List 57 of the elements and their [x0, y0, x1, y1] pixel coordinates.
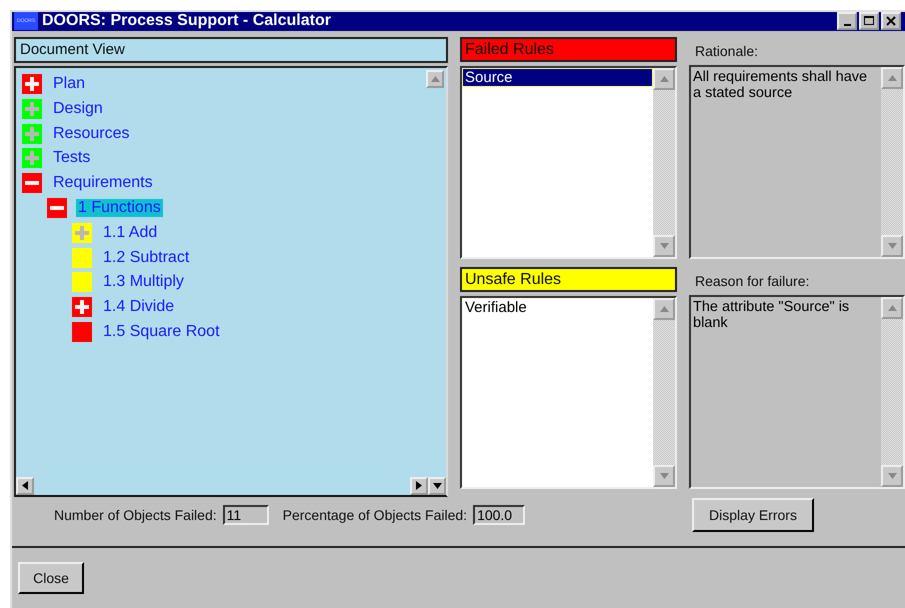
- scroll-left-button[interactable]: [16, 476, 34, 495]
- maximize-icon: [864, 16, 874, 26]
- window-title: DOORS: Process Support - Calculator: [42, 12, 332, 30]
- tree-item[interactable]: Design: [51, 100, 105, 118]
- up-arrow-icon: [888, 75, 896, 82]
- panel-header: Document View: [14, 36, 448, 63]
- right-arrow-icon: [416, 481, 422, 490]
- close-button[interactable]: Close: [18, 562, 84, 594]
- text-area[interactable]: The attribute "Source" is blank: [689, 295, 905, 489]
- tree-item[interactable]: 1 Functions: [76, 199, 163, 218]
- rules-header: Unsafe Rules: [460, 266, 677, 292]
- list-item[interactable]: Source: [463, 68, 652, 86]
- window-close-button[interactable]: [881, 12, 901, 30]
- display-errors-button[interactable]: Display Errors: [692, 498, 814, 532]
- up-arrow-icon: [430, 76, 440, 82]
- tree-item[interactable]: Requirements: [51, 174, 155, 192]
- left-arrow-icon: [22, 481, 28, 490]
- close-icon: [886, 16, 896, 26]
- stat-field: 11: [222, 505, 269, 526]
- scroll-right-button[interactable]: [410, 476, 428, 495]
- maximize-button[interactable]: [859, 12, 879, 30]
- minimize-icon: [844, 24, 850, 26]
- tree-item[interactable]: 1.2 Subtract: [101, 248, 192, 267]
- expand-icon[interactable]: [72, 222, 92, 243]
- stat-label: Number of Objects Failed:: [54, 507, 217, 524]
- stat-field: 100.0: [473, 505, 526, 526]
- tree-item[interactable]: 1.5 Square Root: [101, 323, 222, 342]
- tree-item[interactable]: 1.1 Add: [101, 224, 160, 242]
- collapse-icon[interactable]: [47, 198, 67, 218]
- stat-label: Percentage of Objects Failed:: [282, 507, 468, 524]
- scroll-down-button[interactable]: [428, 476, 446, 495]
- minimize-button[interactable]: [837, 12, 857, 30]
- down-arrow-icon: [432, 482, 442, 489]
- field-label: Reason for failure:: [694, 272, 810, 291]
- tree-item[interactable]: 1.4 Divide: [101, 298, 176, 316]
- tree-item[interactable]: 1.3 Multiply: [101, 273, 186, 292]
- scroll-up-button[interactable]: [653, 298, 675, 320]
- up-arrow-icon: [660, 306, 668, 312]
- rules-header: Failed Rules: [460, 36, 677, 62]
- tree-item[interactable]: Tests: [51, 149, 92, 168]
- up-arrow-icon: [660, 76, 668, 82]
- up-arrow-icon: [888, 305, 896, 312]
- list-item[interactable]: Verifiable: [463, 298, 652, 316]
- collapse-icon[interactable]: [22, 173, 42, 194]
- tree-item[interactable]: Resources: [51, 124, 132, 143]
- down-arrow-icon: [888, 242, 896, 249]
- tree-item[interactable]: Plan: [51, 75, 88, 94]
- expand-icon[interactable]: [22, 74, 42, 94]
- down-arrow-icon: [660, 242, 668, 249]
- down-arrow-icon: [660, 472, 668, 479]
- scroll-up-button[interactable]: [653, 68, 675, 90]
- field-label: Rationale:: [694, 42, 760, 61]
- vertical-scrollbar[interactable]: [653, 298, 675, 487]
- vertical-scrollbar[interactable]: [653, 68, 675, 257]
- expand-icon[interactable]: [72, 297, 92, 318]
- text-area[interactable]: All requirements shall have a stated source: [689, 65, 905, 259]
- down-arrow-icon: [888, 472, 896, 479]
